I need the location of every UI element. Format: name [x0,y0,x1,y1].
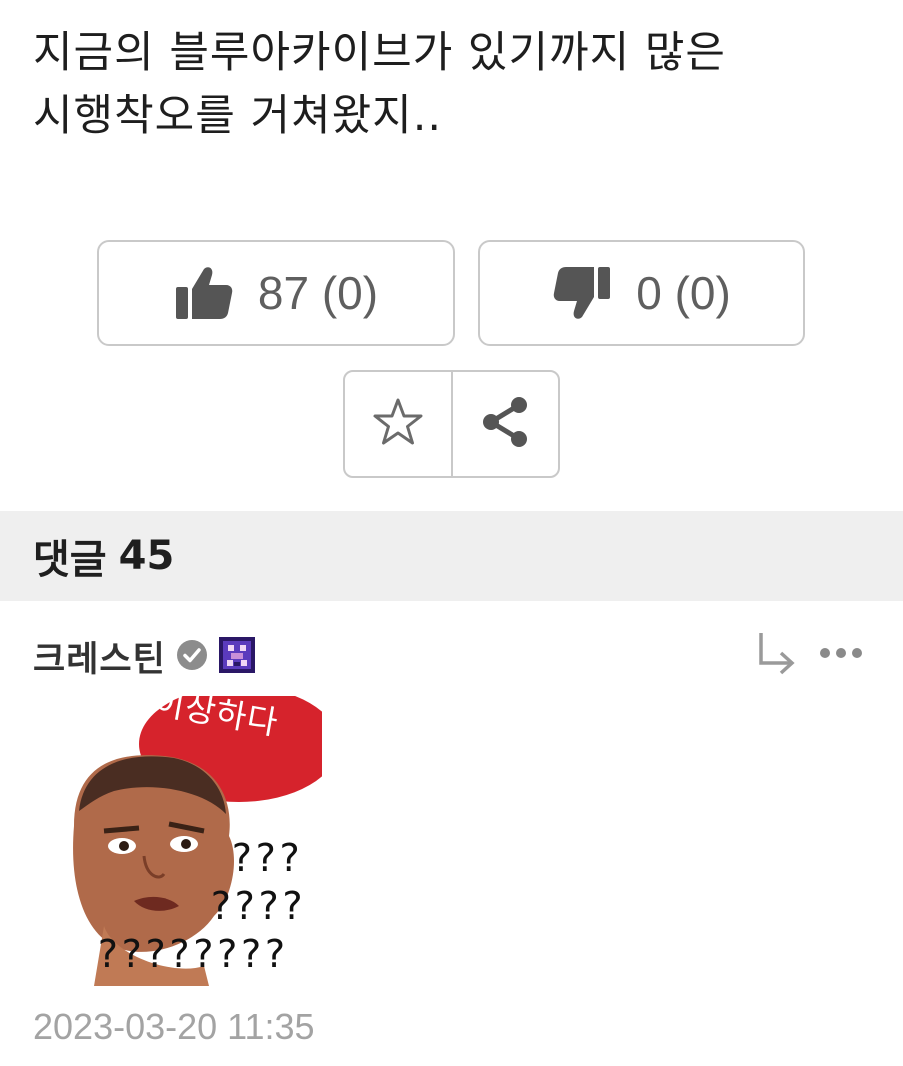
sticker-question-line-2: ???? [209,884,305,928]
share-button[interactable] [450,372,559,476]
comment-sticker: 이상하다 ??? ???? ???????? [34,696,322,986]
downvote-count: 0 (0) [636,267,731,319]
comments-count: 45 [118,533,175,579]
comment-timestamp: 2023-03-20 11:35 [33,1006,315,1047]
comments-header: 댓글 45 [0,511,903,601]
post-body: 지금의 블루아카이브가 있기까지 많은 시행착오를 거쳐왔지.. [33,22,873,148]
upvote-button[interactable]: 87 (0) [97,240,455,346]
post-actions [343,370,560,478]
sticker-question-line-1: ??? [230,836,302,880]
upvote-count: 87 (0) [257,267,379,319]
post-body-line-1: 지금의 블루아카이브가 있기까지 많은 [33,28,726,78]
comment-tools [755,631,863,675]
comment-item: 크레스틴 이상하다 ??? ???? ???????? 2023-03-20 1… [0,601,903,1066]
pixel-badge-icon [218,636,256,678]
post-body-line-2: 시행착오를 거쳐왔지.. [33,91,443,141]
reply-arrow-icon[interactable] [755,631,797,675]
share-icon [479,395,531,453]
thumbs-up-icon [174,265,234,321]
more-dots-icon[interactable] [819,647,863,659]
comment-author[interactable]: 크레스틴 [33,631,166,682]
downvote-button[interactable]: 0 (0) [478,240,805,346]
bookmark-button[interactable] [345,372,451,476]
thumbs-down-icon [552,265,612,321]
star-outline-icon [372,397,424,451]
sticker-question-line-3: ???????? [96,932,288,976]
comments-label: 댓글 [33,537,107,583]
check-circle-icon [176,639,208,675]
comment-header: 크레스틴 [33,631,256,682]
